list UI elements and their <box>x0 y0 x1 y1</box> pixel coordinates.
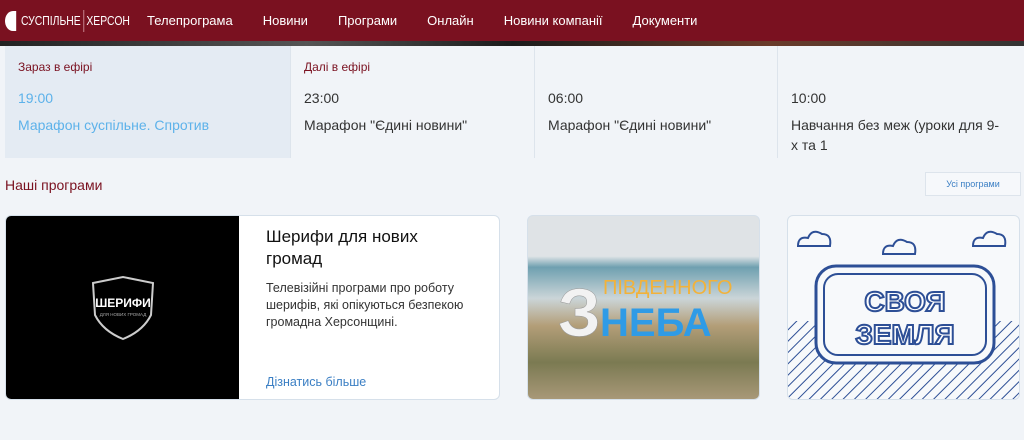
logo-number: З <box>558 275 601 351</box>
schedule-title: Марафон "Єдині новини" <box>548 117 712 133</box>
program-card-featured[interactable]: ШЕРИФИ ДЛЯ НОВИХ ГРОМАД Шерифи для нових… <box>5 215 500 400</box>
top-navbar: СУСПІЛЬНЕ ХЕРСОН Телепрограма Новини Прог… <box>0 0 1024 41</box>
nav-documents[interactable]: Документи <box>633 13 698 28</box>
all-programs-button[interactable]: Усі програми <box>925 172 1021 196</box>
schedule-time: 23:00 <box>304 90 340 106</box>
logo-region: ХЕРСОН <box>86 13 130 28</box>
main-nav: Телепрограма Новини Програми Онлайн Нови… <box>147 13 727 28</box>
next-label: Далі в ефірі <box>304 60 371 74</box>
nav-news[interactable]: Новини <box>263 13 308 28</box>
logo-line1: СВОЯ <box>864 286 945 317</box>
logo[interactable]: СУСПІЛЬНЕ ХЕРСОН <box>5 9 130 32</box>
logo-text: СУСПІЛЬНЕ <box>21 13 81 28</box>
now-label: Зараз в ефірі <box>18 60 93 74</box>
logo-line2: ЗЕМЛЯ <box>855 319 954 350</box>
section-title: Наші програми <box>5 177 103 193</box>
schedule-item[interactable]: Далі в ефірі 23:00 Марафон "Єдині новини" <box>291 46 535 158</box>
nav-online[interactable]: Онлайн <box>427 13 474 28</box>
southern-sky-logo: З ПІВДЕННОГО НЕБА <box>558 275 733 352</box>
schedule-item[interactable]: 06:00 Марафон "Єдині новини" <box>535 46 778 158</box>
schedule-time: 06:00 <box>548 90 584 106</box>
schedule: Зараз в ефірі 19:00 Марафон суспільне. Спр… <box>5 46 1024 158</box>
program-description: Телевізійні програми про роботу шерифів,… <box>266 281 464 329</box>
nav-tv-schedule[interactable]: Телепрограма <box>147 13 233 28</box>
logo-bottom-text: НЕБА <box>600 301 712 345</box>
schedule-title: Навчання без меж (уроки для 9-х та 1 <box>791 117 1000 153</box>
schedule-time: 19:00 <box>18 90 54 106</box>
schedule-title: Марафон суспільне. Спротив <box>18 117 210 133</box>
program-title[interactable]: Шерифи для нових громад <box>266 226 472 270</box>
schedule-time: 10:00 <box>791 90 827 106</box>
schedule-item[interactable]: 10:00 Навчання без меж (уроки для 9-х та … <box>778 46 1018 158</box>
sheriffs-logo-image: ШЕРИФИ ДЛЯ НОВИХ ГРОМАД <box>6 216 239 399</box>
program-card-southern-sky[interactable]: З ПІВДЕННОГО НЕБА <box>527 215 760 400</box>
schedule-title: Марафон "Єдині новини" <box>304 117 468 133</box>
learn-more-link[interactable]: Дізнатись більше <box>266 375 366 389</box>
logo-top-text: ПІВДЕННОГО <box>603 277 732 299</box>
program-card-own-land[interactable]: СВОЯ ЗЕМЛЯ <box>787 215 1020 400</box>
logo-subtitle: ДЛЯ НОВИХ ГРОМАД <box>99 312 146 317</box>
logo-title: ШЕРИФИ <box>95 296 151 310</box>
nav-programs[interactable]: Програми <box>338 13 397 28</box>
own-land-logo: СВОЯ ЗЕМЛЯ <box>788 230 1019 399</box>
nav-company-news[interactable]: Новини компанії <box>504 13 603 28</box>
schedule-now[interactable]: Зараз в ефірі 19:00 Марафон суспільне. Спр… <box>5 46 291 158</box>
logo-icon <box>5 10 17 31</box>
